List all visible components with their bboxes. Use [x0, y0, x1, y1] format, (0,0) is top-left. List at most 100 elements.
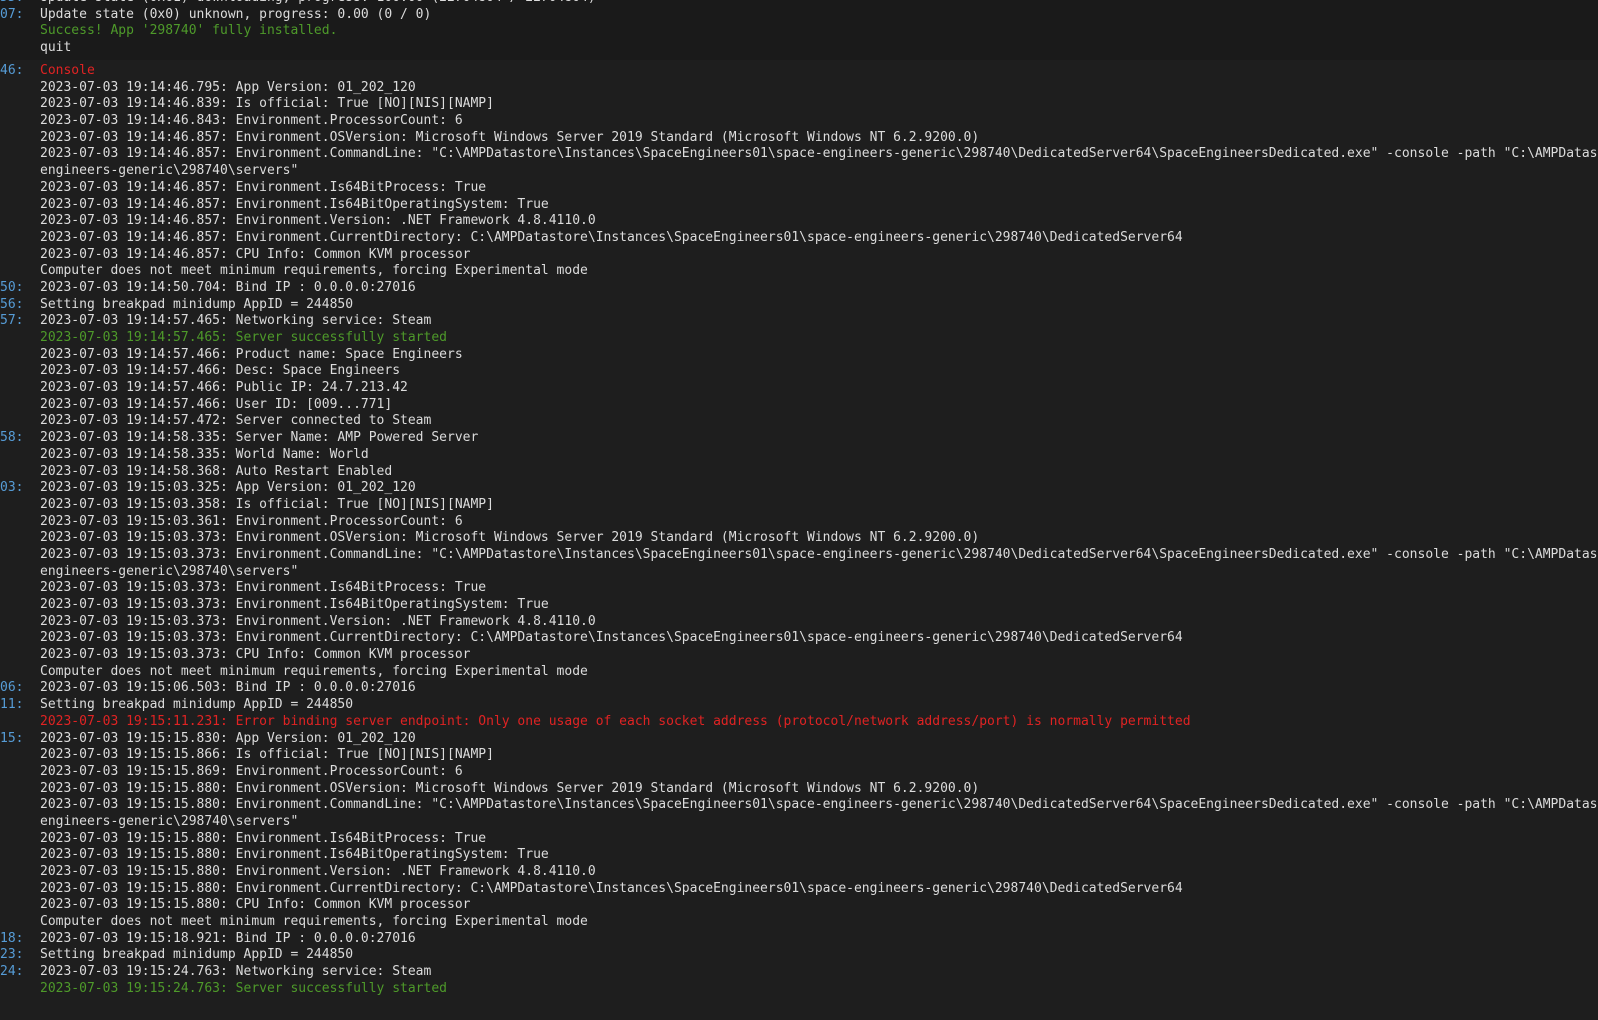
- log-line: 11: Setting breakpad minidump AppID = 244…: [0, 697, 1598, 714]
- log-text: 2023-07-03 19:14:46.795: App Version: 01…: [40, 79, 416, 95]
- log-line: 2023-07-03 19:15:03.373: Environment.Cur…: [0, 630, 1598, 647]
- log-line: 2023-07-03 19:14:46.795: App Version: 01…: [0, 80, 1598, 97]
- line-number: 18:: [0, 930, 24, 946]
- log-line: Computer does not meet minimum requireme…: [0, 263, 1598, 280]
- console-output[interactable]: 55: Update state (0x61) downloading, prog…: [0, 0, 1598, 1020]
- log-text: 2023-07-03 19:15:03.358: Is official: Tr…: [40, 496, 494, 512]
- log-line: Success! App '298740' fully installed.: [0, 23, 1598, 40]
- log-text: 2023-07-03 19:15:15.830: App Version: 01…: [40, 730, 416, 746]
- log-line: 2023-07-03 19:15:15.880: Environment.Is6…: [0, 847, 1598, 864]
- log-line: 23: Setting breakpad minidump AppID = 244…: [0, 947, 1598, 964]
- log-line: 2023-07-03 19:14:46.857: CPU Info: Commo…: [0, 247, 1598, 264]
- log-text: Computer does not meet minimum requireme…: [40, 663, 588, 679]
- log-text: Setting breakpad minidump AppID = 244850: [40, 947, 354, 963]
- log-line: 2023-07-03 19:15:03.373: Environment.Com…: [0, 547, 1598, 564]
- log-line: 2023-07-03 19:14:46.857: Environment.Is6…: [0, 180, 1598, 197]
- log-block-previous: 55: Update state (0x61) downloading, prog…: [0, 0, 1598, 60]
- log-text: 2023-07-03 19:14:46.839: Is official: Tr…: [40, 96, 494, 112]
- log-text: 2023-07-03 19:15:15.880: Environment.Com…: [40, 797, 1598, 813]
- line-number: 57:: [0, 313, 24, 329]
- log-line: 2023-07-03 19:15:15.880: Environment.Com…: [0, 797, 1598, 814]
- log-line: quit: [0, 40, 1598, 57]
- log-text: 2023-07-03 19:14:57.466: Public IP: 24.7…: [40, 380, 408, 396]
- log-line: 2023-07-03 19:15:03.373: Environment.Is6…: [0, 597, 1598, 614]
- log-line: engineers-generic\298740\servers": [0, 814, 1598, 831]
- log-text: 2023-07-03 19:14:58.368: Auto Restart En…: [40, 463, 393, 479]
- line-number: 07:: [0, 6, 24, 22]
- log-line: 58: 2023-07-03 19:14:58.335: Server Name:…: [0, 430, 1598, 447]
- log-text: 2023-07-03 19:14:46.857: Environment.Is6…: [40, 179, 487, 195]
- log-text: 2023-07-03 19:15:15.880: CPU Info: Commo…: [40, 897, 471, 913]
- line-number: 06:: [0, 680, 24, 696]
- log-text: 2023-07-03 19:14:46.857: CPU Info: Commo…: [40, 246, 471, 262]
- log-text: 2023-07-03 19:15:15.866: Is official: Tr…: [40, 747, 494, 763]
- log-text: 2023-07-03 19:15:15.880: Environment.Is6…: [40, 847, 549, 863]
- log-line: 2023-07-03 19:14:57.465: Server successf…: [0, 330, 1598, 347]
- log-text: 2023-07-03 19:14:50.704: Bind IP : 0.0.0…: [40, 279, 416, 295]
- log-error-text: Console: [40, 63, 95, 78]
- log-text: Computer does not meet minimum requireme…: [40, 914, 588, 930]
- log-line: 46: Console: [0, 63, 1598, 80]
- log-line: 2023-07-03 19:15:03.361: Environment.Pro…: [0, 514, 1598, 531]
- log-line: 2023-07-03 19:15:03.373: CPU Info: Commo…: [0, 647, 1598, 664]
- log-error-text: 2023-07-03 19:15:11.231: Error binding s…: [40, 713, 1191, 729]
- log-line: 2023-07-03 19:15:11.231: Error binding s…: [0, 714, 1598, 731]
- log-text: 2023-07-03 19:15:03.373: Environment.OSV…: [40, 530, 980, 546]
- log-text: 2023-07-03 19:14:58.335: Server Name: AM…: [40, 430, 479, 446]
- log-line: 18: 2023-07-03 19:15:18.921: Bind IP : 0.…: [0, 931, 1598, 948]
- log-text: 2023-07-03 19:15:03.361: Environment.Pro…: [40, 513, 463, 529]
- log-line: 2023-07-03 19:15:03.373: Environment.Is6…: [0, 580, 1598, 597]
- log-success-text: Success! App '298740' fully installed.: [40, 23, 338, 39]
- log-text: 2023-07-03 19:14:46.857: Environment.OSV…: [40, 129, 980, 145]
- log-text: 2023-07-03 19:14:46.857: Environment.Ver…: [40, 213, 596, 229]
- log-text: 2023-07-03 19:15:15.869: Environment.Pro…: [40, 763, 463, 779]
- log-line: engineers-generic\298740\servers": [0, 163, 1598, 180]
- log-line: 2023-07-03 19:15:15.880: Environment.OSV…: [0, 781, 1598, 798]
- log-text: Computer does not meet minimum requireme…: [40, 263, 588, 279]
- line-number: 58:: [0, 430, 24, 446]
- log-line: 2023-07-03 19:14:57.466: Desc: Space Eng…: [0, 363, 1598, 380]
- log-line: Computer does not meet minimum requireme…: [0, 664, 1598, 681]
- log-text: Setting breakpad minidump AppID = 244850: [40, 697, 354, 713]
- log-line: 2023-07-03 19:14:57.466: User ID: [009..…: [0, 397, 1598, 414]
- log-text: 2023-07-03 19:15:18.921: Bind IP : 0.0.0…: [40, 930, 416, 946]
- log-line: 2023-07-03 19:14:46.857: Environment.OSV…: [0, 130, 1598, 147]
- log-line: 06: 2023-07-03 19:15:06.503: Bind IP : 0.…: [0, 680, 1598, 697]
- log-line: 2023-07-03 19:14:58.368: Auto Restart En…: [0, 464, 1598, 481]
- log-text: 2023-07-03 19:14:57.466: Product name: S…: [40, 346, 463, 362]
- log-line: 2023-07-03 19:15:15.866: Is official: Tr…: [0, 747, 1598, 764]
- log-line: 2023-07-03 19:14:57.466: Public IP: 24.7…: [0, 380, 1598, 397]
- log-line: 55: Update state (0x61) downloading, prog…: [0, 0, 1598, 7]
- log-text: Setting breakpad minidump AppID = 244850: [40, 296, 354, 312]
- log-line: 2023-07-03 19:14:46.857: Environment.Cur…: [0, 230, 1598, 247]
- log-text: 2023-07-03 19:14:57.465: Networking serv…: [40, 313, 432, 329]
- log-text: 2023-07-03 19:15:15.880: Environment.Ver…: [40, 864, 596, 879]
- log-text: 2023-07-03 19:15:03.325: App Version: 01…: [40, 480, 416, 496]
- log-line: 2023-07-03 19:15:15.880: Environment.Cur…: [0, 881, 1598, 898]
- log-text: quit: [40, 40, 72, 56]
- log-line: 2023-07-03 19:14:46.839: Is official: Tr…: [0, 96, 1598, 113]
- log-line: 2023-07-03 19:15:15.880: Environment.Is6…: [0, 831, 1598, 848]
- log-line: 2023-07-03 19:15:24.763: Server successf…: [0, 981, 1598, 998]
- line-number: 56:: [0, 296, 24, 312]
- log-line: 2023-07-03 19:14:57.472: Server connecte…: [0, 413, 1598, 430]
- log-text: 2023-07-03 19:15:03.373: Environment.Com…: [40, 546, 1598, 562]
- log-text: 2023-07-03 19:15:06.503: Bind IP : 0.0.0…: [40, 680, 416, 696]
- log-line: 15: 2023-07-03 19:15:15.830: App Version:…: [0, 731, 1598, 748]
- log-text: 2023-07-03 19:14:57.466: Desc: Space Eng…: [40, 363, 401, 379]
- log-text: 2023-07-03 19:14:57.466: User ID: [009..…: [40, 396, 393, 412]
- log-text: 2023-07-03 19:15:03.373: CPU Info: Commo…: [40, 647, 471, 663]
- log-line: 2023-07-03 19:14:46.857: Environment.Com…: [0, 146, 1598, 163]
- log-text: engineers-generic\298740\servers": [40, 563, 299, 579]
- log-line: engineers-generic\298740\servers": [0, 564, 1598, 581]
- log-line: 2023-07-03 19:14:46.857: Environment.Ver…: [0, 213, 1598, 230]
- log-line: 2023-07-03 19:15:03.373: Environment.Ver…: [0, 614, 1598, 631]
- log-line: 07: Update state (0x0) unknown, progress:…: [0, 7, 1598, 24]
- log-text: engineers-generic\298740\servers": [40, 163, 299, 179]
- log-line: 2023-07-03 19:14:57.466: Product name: S…: [0, 347, 1598, 364]
- line-number: 55:: [0, 0, 36, 7]
- log-text: 2023-07-03 19:15:15.880: Environment.OSV…: [40, 780, 980, 796]
- log-text: 2023-07-03 19:15:15.880: Environment.Cur…: [40, 880, 1183, 896]
- log-text: 2023-07-03 19:15:03.373: Environment.Ver…: [40, 613, 596, 629]
- log-text: 2023-07-03 19:14:46.857: Environment.Cur…: [40, 229, 1183, 245]
